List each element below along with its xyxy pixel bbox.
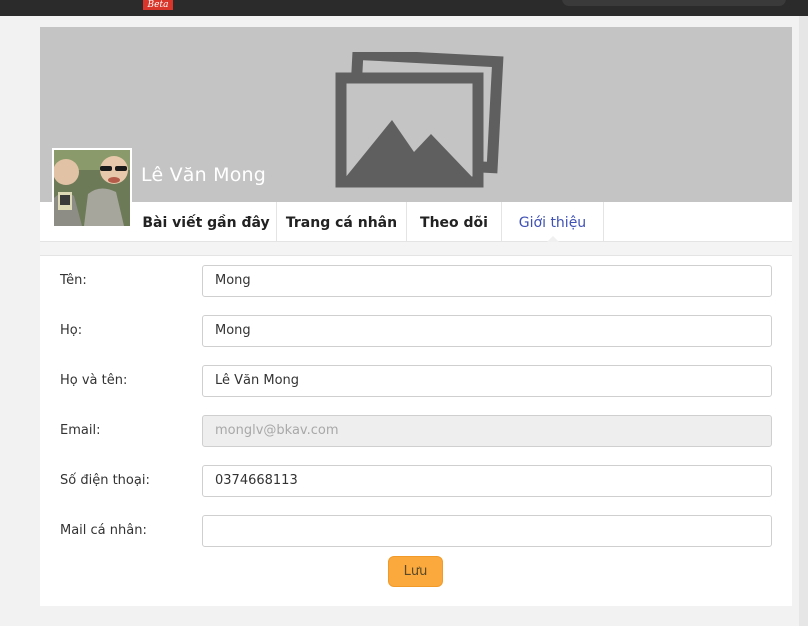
avatar-photo [54,150,130,226]
avatar[interactable] [52,148,132,228]
full-name-label: Họ và tên: [60,373,128,388]
tab-following[interactable]: Theo dõi [407,202,502,241]
top-navbar: Beta [0,0,808,16]
phone-field[interactable]: 0374668113 [202,465,772,497]
email-field: monglv@bkav.com [202,415,772,447]
beta-badge: Beta [143,0,173,10]
email-label: Email: [60,423,101,438]
last-name-field[interactable]: Mong [202,315,772,347]
scrollbar-track[interactable] [799,16,808,626]
first-name-label: Tên: [60,273,87,288]
tab-recent-posts[interactable]: Bài viết gần đây [136,202,277,241]
last-name-label: Họ: [60,323,83,338]
personal-mail-label: Mail cá nhân: [60,523,147,538]
tabs-divider [40,242,792,256]
image-placeholder-icon [335,52,504,188]
form-top-border [40,255,792,256]
profile-tabs: Bài viết gần đây Trang cá nhân Theo dõi … [40,202,792,242]
top-search-box[interactable] [562,0,786,6]
phone-label: Số điện thoại: [60,473,150,488]
first-name-field[interactable]: Mong [202,265,772,297]
profile-name: Lê Văn Mong [141,164,267,186]
profile-card: Lê Văn Mong Bài viết gần đây Trang cá nh… [40,27,792,606]
full-name-field[interactable]: Lê Văn Mong [202,365,772,397]
tab-about[interactable]: Giới thiệu [502,202,604,242]
save-button[interactable]: Lưu [388,556,443,587]
personal-mail-field[interactable] [202,515,772,547]
tab-personal-page[interactable]: Trang cá nhân [277,202,407,241]
